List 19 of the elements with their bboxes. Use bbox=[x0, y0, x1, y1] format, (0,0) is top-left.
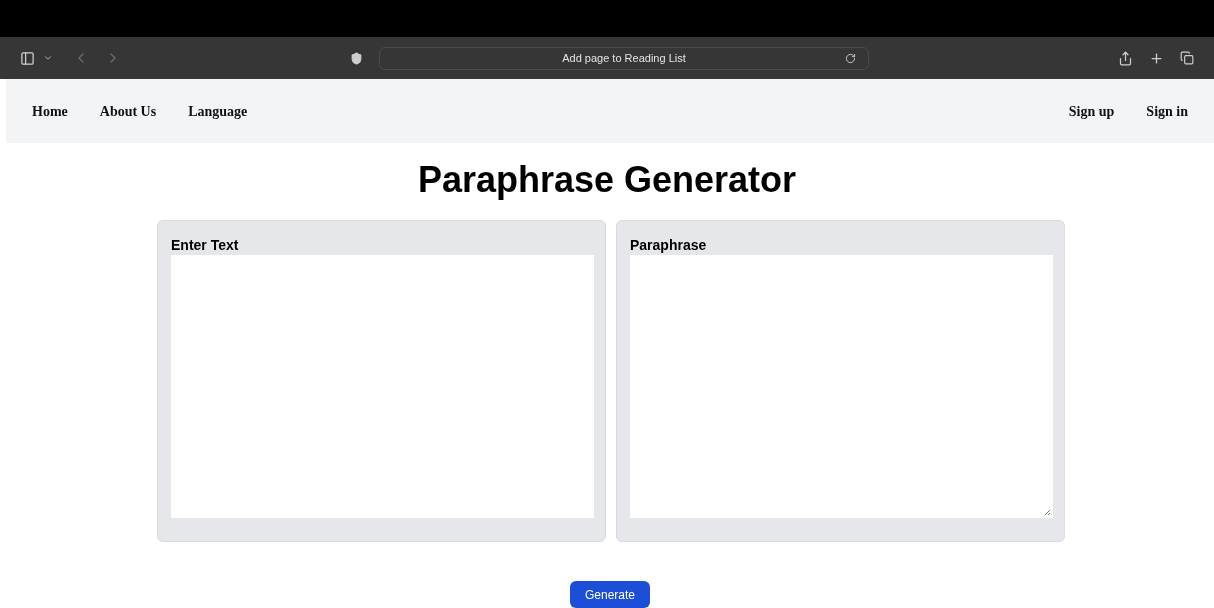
nav-link[interactable]: Language bbox=[188, 100, 248, 122]
panel-label: Paraphrase bbox=[630, 236, 708, 255]
reload-icon[interactable] bbox=[845, 52, 856, 64]
share-icon[interactable] bbox=[1118, 50, 1133, 66]
shield-icon[interactable] bbox=[350, 51, 363, 65]
page-title: Paraphrase Generator bbox=[417, 158, 797, 202]
new-tab-icon[interactable] bbox=[1149, 50, 1164, 66]
generate-button[interactable]: Generate bbox=[570, 581, 650, 608]
nav-link[interactable]: Sign in bbox=[1146, 100, 1188, 122]
nav-link[interactable]: About Us bbox=[99, 100, 157, 122]
address-text: Add page to Reading List bbox=[562, 50, 686, 66]
address-bar[interactable]: Add page to Reading List bbox=[379, 46, 869, 70]
chevron-down-icon[interactable] bbox=[43, 53, 53, 63]
tabs-icon[interactable] bbox=[1180, 51, 1194, 65]
sidebar-icon[interactable] bbox=[20, 50, 35, 66]
nav-link[interactable]: Sign up bbox=[1068, 100, 1115, 122]
panel-label: Enter Text bbox=[171, 236, 240, 255]
resize-grip-icon[interactable] bbox=[1044, 509, 1051, 516]
nav-link[interactable]: Home bbox=[32, 100, 68, 122]
